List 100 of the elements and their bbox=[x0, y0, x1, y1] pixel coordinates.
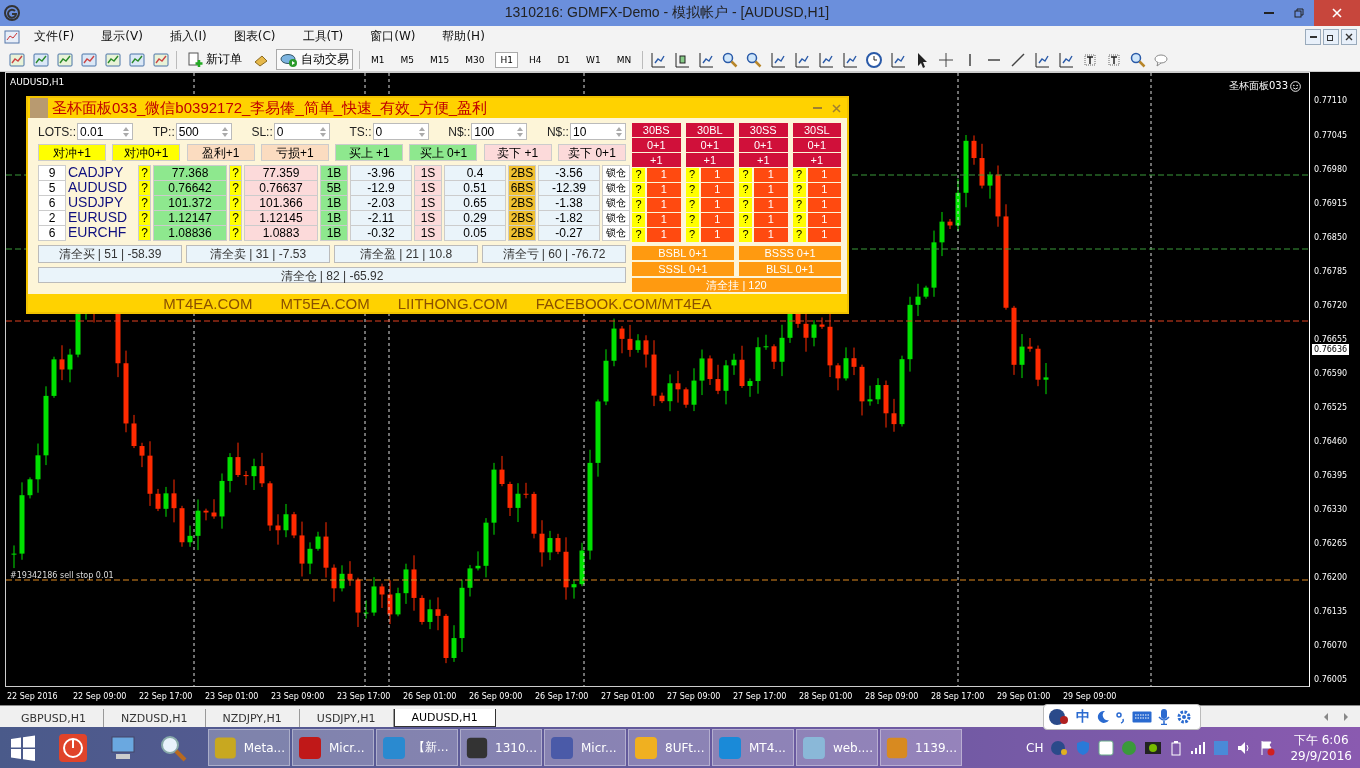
ime-logo-icon[interactable] bbox=[1050, 738, 1069, 757]
grid-button[interactable]: 30SS bbox=[739, 123, 788, 138]
moon-icon[interactable] bbox=[1096, 710, 1110, 725]
query-button[interactable]: ? bbox=[685, 228, 699, 243]
query-button[interactable]: ? bbox=[229, 195, 242, 212]
buy-price-button[interactable]: 101.372 bbox=[153, 195, 227, 212]
query-button[interactable]: ? bbox=[632, 198, 645, 213]
lock-button[interactable]: 锁仓 bbox=[602, 195, 630, 212]
ime-logo-icon[interactable] bbox=[1048, 707, 1070, 728]
grid-button[interactable]: +1 bbox=[632, 153, 681, 168]
language-indicator[interactable]: CH bbox=[1026, 740, 1044, 755]
minimize-icon[interactable] bbox=[813, 107, 822, 110]
close-positions-button[interactable]: 清全买 | 51 | -58.39 bbox=[38, 245, 182, 264]
query-button[interactable]: ? bbox=[739, 183, 752, 198]
signal-icon[interactable] bbox=[1190, 740, 1207, 755]
menu-item[interactable]: 工具(T) bbox=[302, 28, 344, 46]
query-button[interactable]: ? bbox=[739, 228, 752, 243]
action-button[interactable]: 对冲+1 bbox=[38, 144, 106, 162]
minimize-button[interactable] bbox=[1305, 28, 1321, 45]
flag-icon[interactable] bbox=[1259, 739, 1276, 756]
lock-button[interactable]: 锁仓 bbox=[602, 210, 630, 227]
number-field[interactable]: 100 bbox=[471, 123, 528, 141]
action-button[interactable]: 买上 0+1 bbox=[409, 144, 478, 162]
lock-button[interactable]: 锁仓 bbox=[602, 180, 630, 197]
timeframe-button[interactable]: M5 bbox=[395, 51, 419, 68]
taskbar-button[interactable]: 【新... bbox=[376, 729, 458, 767]
query-button[interactable]: ? bbox=[792, 168, 806, 183]
grid-button[interactable]: 0+1 bbox=[792, 138, 841, 153]
query-button[interactable]: ? bbox=[229, 225, 242, 242]
taskbar-button[interactable]: 1310... bbox=[460, 729, 542, 767]
action-button[interactable]: 买上 +1 bbox=[335, 144, 404, 162]
query-button[interactable]: ? bbox=[229, 180, 242, 197]
timeframe-button[interactable]: H4 bbox=[523, 51, 547, 68]
candlestick-icon[interactable] bbox=[673, 50, 692, 69]
query-button[interactable]: ? bbox=[138, 225, 151, 242]
lock-button[interactable]: 锁仓 bbox=[602, 165, 630, 182]
chart-tab[interactable]: AUDUSD,H1 bbox=[393, 709, 496, 728]
auto-trading-button[interactable]: 自动交易 bbox=[276, 49, 353, 71]
grid-button[interactable]: +1 bbox=[792, 153, 841, 168]
website-link[interactable]: FACEBOOK.COM/MT4EA bbox=[535, 294, 712, 312]
buy-price-button[interactable]: 1.08836 bbox=[153, 225, 227, 242]
close-positions-button[interactable]: 清全卖 | 31 | -7.53 bbox=[186, 245, 330, 264]
action-button[interactable]: 盈利+1 bbox=[186, 144, 255, 162]
query-button[interactable]: ? bbox=[229, 210, 242, 227]
query-button[interactable]: ? bbox=[229, 165, 242, 182]
input-mode-toggle[interactable]: 中 bbox=[1076, 708, 1090, 727]
timeframe-button[interactable]: M15 bbox=[425, 51, 455, 68]
website-link[interactable]: MT4EA.COM bbox=[163, 294, 253, 312]
punctuation-icon[interactable] bbox=[1116, 710, 1126, 725]
line-chart-icon[interactable] bbox=[697, 50, 716, 69]
menu-item[interactable]: 帮助(H) bbox=[442, 28, 485, 46]
query-button[interactable]: ? bbox=[632, 228, 645, 243]
query-button[interactable]: ? bbox=[685, 198, 699, 213]
scroll-right-icon[interactable] bbox=[1342, 711, 1350, 722]
grid-button[interactable]: +1 bbox=[739, 153, 788, 168]
timeframe-button[interactable]: M1 bbox=[366, 51, 390, 68]
grid-button[interactable]: 0+1 bbox=[739, 138, 788, 153]
buy-price-button[interactable]: 1.12147 bbox=[153, 210, 227, 227]
sell-price-button[interactable]: 0.76637 bbox=[244, 180, 318, 197]
count-field[interactable]: 2 bbox=[38, 210, 66, 227]
clock[interactable]: 下午 6:06 29/9/2016 bbox=[1290, 732, 1352, 764]
count-field[interactable]: 6 bbox=[38, 195, 66, 212]
timeframe-button[interactable]: MN bbox=[611, 51, 637, 68]
power-icon[interactable] bbox=[58, 732, 88, 763]
action-button[interactable]: 对冲0+1 bbox=[112, 144, 181, 162]
query-button[interactable]: ? bbox=[792, 213, 806, 228]
menu-item[interactable]: 图表(C) bbox=[233, 28, 276, 46]
count-field[interactable]: 6 bbox=[38, 225, 66, 242]
taskbar-button[interactable]: Micr... bbox=[544, 729, 626, 767]
timeframe-button[interactable]: H1 bbox=[495, 51, 518, 68]
menu-item[interactable]: 插入(I) bbox=[169, 28, 207, 46]
grid-button[interactable]: 30SL bbox=[792, 123, 841, 138]
lock-button[interactable]: 锁仓 bbox=[602, 225, 630, 242]
new-order-button[interactable]: 新订单 bbox=[183, 49, 246, 71]
query-button[interactable]: ? bbox=[138, 180, 151, 197]
query-button[interactable]: ? bbox=[792, 183, 806, 198]
query-button[interactable]: ? bbox=[138, 165, 151, 182]
menu-item[interactable]: 窗口(W) bbox=[370, 28, 416, 46]
query-button[interactable]: ? bbox=[138, 195, 151, 212]
close-all-button[interactable]: 清全仓 | 82 | -65.92 bbox=[38, 267, 626, 284]
action-button[interactable]: 亏损+1 bbox=[260, 144, 329, 162]
taskbar-button[interactable]: Meta... bbox=[208, 729, 290, 767]
timeframe-button[interactable]: M30 bbox=[460, 51, 490, 68]
close-button[interactable] bbox=[1341, 28, 1357, 45]
query-button[interactable]: ? bbox=[632, 183, 645, 198]
sell-price-button[interactable]: 1.12145 bbox=[244, 210, 318, 227]
timeframe-button[interactable]: D1 bbox=[552, 51, 576, 68]
number-field[interactable]: 0 bbox=[273, 123, 330, 141]
website-link[interactable]: LIITHONG.COM bbox=[397, 294, 508, 312]
grid-button[interactable]: 30BL bbox=[685, 123, 734, 138]
zoom-out-icon[interactable] bbox=[745, 50, 764, 69]
menu-item[interactable]: 显示(V) bbox=[101, 28, 143, 46]
website-link[interactable]: MT5EA.COM bbox=[280, 294, 370, 312]
grid-button[interactable]: 30BS bbox=[632, 123, 681, 138]
close-positions-button[interactable]: 清全亏 | 60 | -76.72 bbox=[482, 245, 626, 264]
battery-icon[interactable] bbox=[1169, 739, 1184, 756]
keyboard-icon[interactable] bbox=[1132, 711, 1152, 724]
taskbar-button[interactable]: Micr... bbox=[292, 729, 374, 767]
grid-button[interactable]: 0+1 bbox=[685, 138, 734, 153]
sell-price-button[interactable]: 101.366 bbox=[244, 195, 318, 212]
